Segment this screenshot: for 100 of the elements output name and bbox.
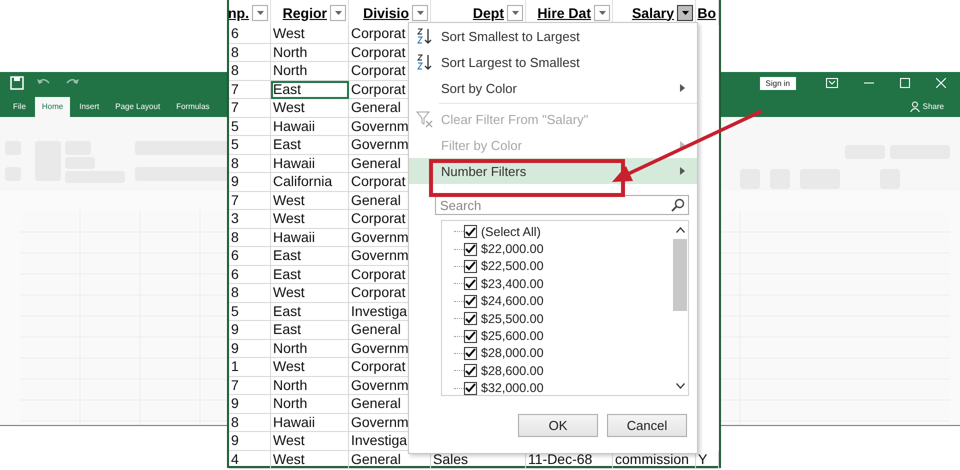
table-cell: 9 — [229, 395, 271, 414]
table-cell: East — [271, 266, 349, 284]
table-cell: 8 — [229, 284, 271, 302]
value-label: (Select All) — [481, 224, 541, 239]
checkbox[interactable] — [464, 277, 477, 290]
column-header-label: Hire Dat — [537, 4, 591, 20]
column-header-label: Salary — [632, 4, 674, 20]
checkmark-icon — [465, 296, 476, 306]
table-cell: 6 — [229, 25, 271, 44]
checkbox[interactable] — [464, 260, 477, 273]
column-header-label: np. — [229, 4, 249, 20]
search-field[interactable]: Search — [435, 195, 689, 215]
table-cell: West — [271, 358, 349, 376]
table-cell: North — [271, 376, 349, 395]
table-cell: West — [271, 192, 349, 210]
table-cell: 3 — [229, 210, 271, 228]
value-label: $23,400.00 — [481, 276, 544, 291]
submenu-arrow-icon — [680, 167, 685, 175]
value-label: $28,600.00 — [481, 364, 544, 378]
caret-icon — [512, 10, 518, 14]
submenu-arrow-icon — [680, 141, 685, 149]
value-label: $25,600.00 — [481, 329, 544, 344]
ribbon-tab[interactable]: Formulas — [169, 96, 217, 117]
column-header-label: Regior — [282, 4, 327, 20]
table-cell: East — [271, 136, 349, 154]
ok-button[interactable]: OK — [518, 414, 598, 437]
table-cell: 8 — [229, 228, 271, 247]
value-label: $22,500.00 — [481, 259, 544, 274]
submenu-arrow-icon — [680, 84, 685, 92]
checkbox[interactable] — [464, 382, 477, 395]
table-cell: Hawaii — [271, 414, 349, 432]
table-cell: 5 — [229, 302, 271, 321]
checkmark-icon — [465, 314, 476, 324]
maximize-icon[interactable] — [900, 78, 910, 88]
table-cell: 6 — [229, 247, 271, 266]
table-cell: Hawaii — [271, 228, 349, 247]
checkbox[interactable] — [464, 312, 477, 326]
table-cell: East — [271, 80, 349, 99]
checkbox[interactable] — [464, 346, 477, 360]
checkbox[interactable] — [464, 294, 477, 308]
checkmark-icon — [465, 278, 476, 289]
checkmark-icon — [465, 348, 476, 358]
caret-icon — [682, 10, 688, 14]
table-cell: California — [271, 173, 349, 192]
value-label: $24,600.00 — [481, 294, 544, 308]
value-label: $22,000.00 — [481, 242, 544, 256]
caret-icon — [416, 10, 424, 14]
caret-icon — [334, 10, 342, 14]
table-cell: West — [271, 99, 349, 118]
checkbox[interactable] — [464, 225, 477, 238]
table-cell: West — [271, 432, 349, 450]
ribbon-tab[interactable]: File — [6, 96, 33, 117]
table-cell: West — [271, 450, 349, 469]
filter-dropdown-button[interactable] — [677, 4, 693, 20]
value-label: $32,000.00 — [481, 381, 544, 396]
table-cell: 7 — [229, 192, 271, 210]
caret-icon — [256, 10, 264, 14]
table-cell: West — [271, 210, 349, 228]
table-cell: West — [271, 284, 349, 302]
table-cell: 8 — [229, 62, 271, 80]
table-cell: Hawaii — [271, 154, 349, 173]
scroll-up-icon[interactable] — [676, 227, 684, 233]
sign-in-button[interactable]: Sign in — [760, 76, 796, 90]
table-cell: Hawaii — [271, 118, 349, 136]
table-cell: 9 — [229, 432, 271, 450]
cancel-button[interactable]: Cancel — [607, 414, 687, 437]
checkmark-icon — [465, 366, 476, 376]
table-cell: 9 — [229, 340, 271, 358]
ribbon-display-icon[interactable] — [826, 78, 838, 88]
close-icon[interactable] — [936, 78, 946, 88]
table-cell: 1 — [229, 358, 271, 376]
scroll-down-icon[interactable] — [676, 383, 684, 389]
table-cell: 9 — [229, 321, 271, 340]
ribbon-tab[interactable]: Insert — [72, 96, 106, 117]
table-cell: North — [271, 62, 349, 80]
checkbox[interactable] — [464, 242, 477, 256]
ribbon-tab[interactable]: Home — [34, 96, 70, 117]
table-cell: East — [271, 302, 349, 321]
table-cell: 8 — [229, 414, 271, 432]
value-label: $25,500.00 — [481, 312, 544, 326]
table-cell: North — [271, 44, 349, 62]
search-icon — [671, 198, 685, 212]
column-header-label: Bo — [697, 4, 716, 20]
sort-ascending-icon — [416, 27, 434, 45]
table-cell: 7 — [229, 99, 271, 118]
table-cell: East — [271, 321, 349, 340]
share-button[interactable]: Share — [904, 100, 950, 113]
checkmark-icon — [465, 331, 476, 342]
checkbox[interactable] — [464, 330, 477, 343]
checkmark-icon — [465, 226, 476, 237]
checkmark-icon — [465, 383, 476, 394]
ribbon-tab[interactable]: Page Layout — [108, 96, 168, 117]
column-header-label: Dept — [472, 4, 504, 20]
checkmark-icon — [465, 261, 476, 272]
checkbox[interactable] — [464, 364, 477, 378]
save-icon[interactable] — [10, 76, 24, 90]
checkmark-icon — [465, 244, 476, 254]
table-cell: 5 — [229, 136, 271, 154]
column-header-label: Divisio — [363, 4, 409, 20]
table-cell: North — [271, 340, 349, 358]
